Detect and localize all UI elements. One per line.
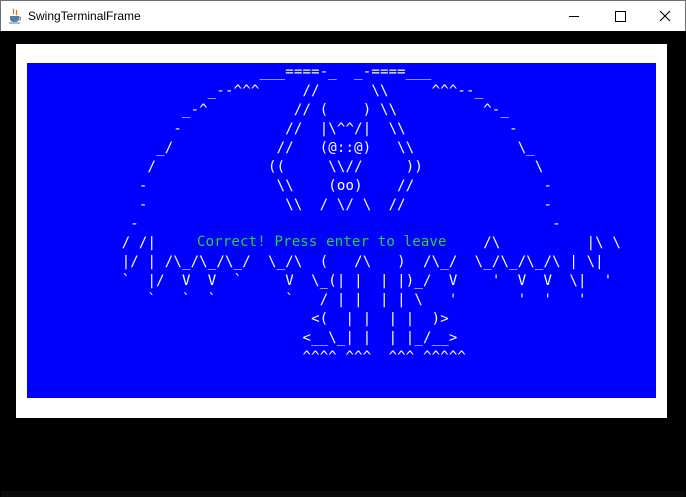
minimize-button[interactable] xyxy=(551,1,597,31)
java-cup-icon xyxy=(9,8,21,24)
maximize-icon xyxy=(614,10,626,22)
taskbar-strip xyxy=(1,491,685,497)
close-icon xyxy=(659,10,671,22)
maximize-button[interactable] xyxy=(597,1,643,31)
status-message: Correct! Press enter to leave xyxy=(197,233,447,252)
minimize-icon xyxy=(569,15,579,17)
window-title: SwingTerminalFrame xyxy=(28,9,141,23)
dragon-ascii-art: ___====-_ _-====___ _--^^^ // \\ ^^^--_ … xyxy=(121,64,622,365)
title-bar[interactable]: SwingTerminalFrame xyxy=(0,0,686,31)
close-button[interactable] xyxy=(642,1,686,31)
terminal-border-panel: ___====-_ _-====___ _--^^^ // \\ ^^^--_ … xyxy=(16,44,667,418)
terminal-screen[interactable]: ___====-_ _-====___ _--^^^ // \\ ^^^--_ … xyxy=(27,63,656,398)
